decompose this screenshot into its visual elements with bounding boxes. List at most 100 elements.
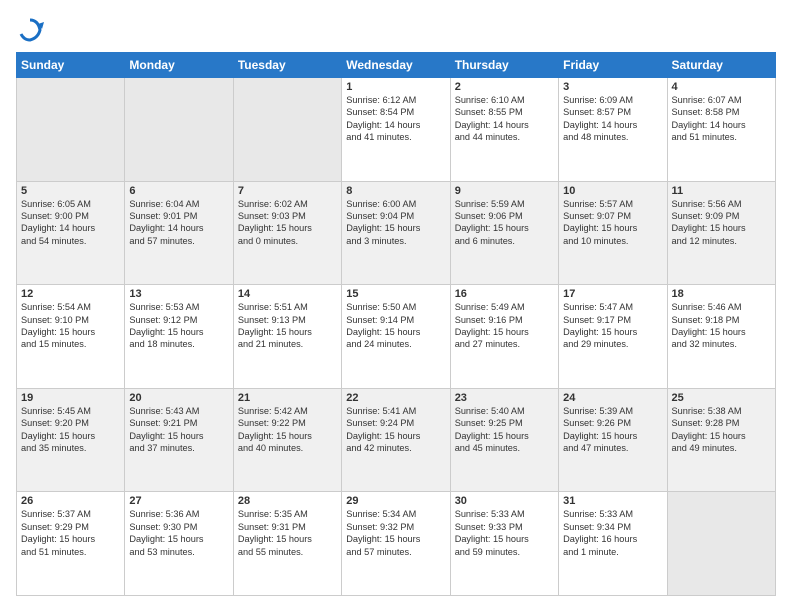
day-number: 17 [563, 288, 662, 300]
calendar-cell: 24Sunrise: 5:39 AMSunset: 9:26 PMDayligh… [559, 388, 667, 492]
calendar-cell: 12Sunrise: 5:54 AMSunset: 9:10 PMDayligh… [17, 285, 125, 389]
calendar-week-row: 26Sunrise: 5:37 AMSunset: 9:29 PMDayligh… [17, 492, 776, 596]
calendar-cell: 1Sunrise: 6:12 AMSunset: 8:54 PMDaylight… [342, 78, 450, 182]
calendar-week-row: 5Sunrise: 6:05 AMSunset: 9:00 PMDaylight… [17, 181, 776, 285]
day-info: Sunrise: 5:38 AMSunset: 9:28 PMDaylight:… [672, 405, 771, 455]
day-number: 30 [455, 495, 554, 507]
page: SundayMondayTuesdayWednesdayThursdayFrid… [0, 0, 792, 612]
calendar-cell [125, 78, 233, 182]
calendar-cell [233, 78, 341, 182]
day-number: 4 [672, 81, 771, 93]
day-info: Sunrise: 5:33 AMSunset: 9:33 PMDaylight:… [455, 508, 554, 558]
calendar-cell: 10Sunrise: 5:57 AMSunset: 9:07 PMDayligh… [559, 181, 667, 285]
calendar-week-row: 19Sunrise: 5:45 AMSunset: 9:20 PMDayligh… [17, 388, 776, 492]
day-number: 1 [346, 81, 445, 93]
calendar-cell [17, 78, 125, 182]
day-info: Sunrise: 5:37 AMSunset: 9:29 PMDaylight:… [21, 508, 120, 558]
calendar-cell: 22Sunrise: 5:41 AMSunset: 9:24 PMDayligh… [342, 388, 450, 492]
calendar-week-row: 12Sunrise: 5:54 AMSunset: 9:10 PMDayligh… [17, 285, 776, 389]
day-info: Sunrise: 5:59 AMSunset: 9:06 PMDaylight:… [455, 198, 554, 248]
day-number: 10 [563, 185, 662, 197]
day-info: Sunrise: 5:41 AMSunset: 9:24 PMDaylight:… [346, 405, 445, 455]
calendar-table: SundayMondayTuesdayWednesdayThursdayFrid… [16, 52, 776, 596]
day-info: Sunrise: 6:07 AMSunset: 8:58 PMDaylight:… [672, 94, 771, 144]
logo [16, 16, 48, 44]
weekday-header-sunday: Sunday [17, 53, 125, 78]
day-number: 12 [21, 288, 120, 300]
day-info: Sunrise: 5:40 AMSunset: 9:25 PMDaylight:… [455, 405, 554, 455]
day-info: Sunrise: 6:09 AMSunset: 8:57 PMDaylight:… [563, 94, 662, 144]
day-number: 28 [238, 495, 337, 507]
calendar-cell: 14Sunrise: 5:51 AMSunset: 9:13 PMDayligh… [233, 285, 341, 389]
calendar-header: SundayMondayTuesdayWednesdayThursdayFrid… [17, 53, 776, 78]
day-info: Sunrise: 5:34 AMSunset: 9:32 PMDaylight:… [346, 508, 445, 558]
calendar-cell: 13Sunrise: 5:53 AMSunset: 9:12 PMDayligh… [125, 285, 233, 389]
day-info: Sunrise: 6:00 AMSunset: 9:04 PMDaylight:… [346, 198, 445, 248]
day-info: Sunrise: 6:12 AMSunset: 8:54 PMDaylight:… [346, 94, 445, 144]
calendar-cell: 26Sunrise: 5:37 AMSunset: 9:29 PMDayligh… [17, 492, 125, 596]
day-info: Sunrise: 5:53 AMSunset: 9:12 PMDaylight:… [129, 301, 228, 351]
day-info: Sunrise: 6:05 AMSunset: 9:00 PMDaylight:… [21, 198, 120, 248]
day-number: 27 [129, 495, 228, 507]
calendar-cell: 25Sunrise: 5:38 AMSunset: 9:28 PMDayligh… [667, 388, 775, 492]
calendar-cell: 27Sunrise: 5:36 AMSunset: 9:30 PMDayligh… [125, 492, 233, 596]
calendar-cell: 19Sunrise: 5:45 AMSunset: 9:20 PMDayligh… [17, 388, 125, 492]
calendar-cell: 6Sunrise: 6:04 AMSunset: 9:01 PMDaylight… [125, 181, 233, 285]
calendar-cell: 7Sunrise: 6:02 AMSunset: 9:03 PMDaylight… [233, 181, 341, 285]
day-number: 5 [21, 185, 120, 197]
day-info: Sunrise: 5:50 AMSunset: 9:14 PMDaylight:… [346, 301, 445, 351]
calendar-cell: 5Sunrise: 6:05 AMSunset: 9:00 PMDaylight… [17, 181, 125, 285]
calendar-week-row: 1Sunrise: 6:12 AMSunset: 8:54 PMDaylight… [17, 78, 776, 182]
day-info: Sunrise: 5:36 AMSunset: 9:30 PMDaylight:… [129, 508, 228, 558]
day-number: 14 [238, 288, 337, 300]
calendar-cell: 16Sunrise: 5:49 AMSunset: 9:16 PMDayligh… [450, 285, 558, 389]
day-number: 26 [21, 495, 120, 507]
day-number: 22 [346, 392, 445, 404]
day-number: 13 [129, 288, 228, 300]
weekday-header-saturday: Saturday [667, 53, 775, 78]
day-info: Sunrise: 5:45 AMSunset: 9:20 PMDaylight:… [21, 405, 120, 455]
day-number: 24 [563, 392, 662, 404]
day-info: Sunrise: 5:54 AMSunset: 9:10 PMDaylight:… [21, 301, 120, 351]
calendar-cell: 29Sunrise: 5:34 AMSunset: 9:32 PMDayligh… [342, 492, 450, 596]
day-info: Sunrise: 5:47 AMSunset: 9:17 PMDaylight:… [563, 301, 662, 351]
weekday-header-monday: Monday [125, 53, 233, 78]
day-info: Sunrise: 6:10 AMSunset: 8:55 PMDaylight:… [455, 94, 554, 144]
day-number: 20 [129, 392, 228, 404]
calendar-cell: 23Sunrise: 5:40 AMSunset: 9:25 PMDayligh… [450, 388, 558, 492]
day-number: 8 [346, 185, 445, 197]
day-info: Sunrise: 6:04 AMSunset: 9:01 PMDaylight:… [129, 198, 228, 248]
calendar-cell: 3Sunrise: 6:09 AMSunset: 8:57 PMDaylight… [559, 78, 667, 182]
weekday-header-friday: Friday [559, 53, 667, 78]
day-info: Sunrise: 5:51 AMSunset: 9:13 PMDaylight:… [238, 301, 337, 351]
day-number: 31 [563, 495, 662, 507]
day-info: Sunrise: 5:43 AMSunset: 9:21 PMDaylight:… [129, 405, 228, 455]
day-number: 2 [455, 81, 554, 93]
calendar-cell: 18Sunrise: 5:46 AMSunset: 9:18 PMDayligh… [667, 285, 775, 389]
calendar-cell [667, 492, 775, 596]
day-number: 3 [563, 81, 662, 93]
day-number: 6 [129, 185, 228, 197]
day-info: Sunrise: 6:02 AMSunset: 9:03 PMDaylight:… [238, 198, 337, 248]
calendar-body: 1Sunrise: 6:12 AMSunset: 8:54 PMDaylight… [17, 78, 776, 596]
day-info: Sunrise: 5:35 AMSunset: 9:31 PMDaylight:… [238, 508, 337, 558]
day-number: 18 [672, 288, 771, 300]
day-number: 7 [238, 185, 337, 197]
calendar-cell: 30Sunrise: 5:33 AMSunset: 9:33 PMDayligh… [450, 492, 558, 596]
day-number: 19 [21, 392, 120, 404]
calendar-cell: 28Sunrise: 5:35 AMSunset: 9:31 PMDayligh… [233, 492, 341, 596]
header [16, 16, 776, 44]
day-number: 21 [238, 392, 337, 404]
day-number: 11 [672, 185, 771, 197]
day-number: 9 [455, 185, 554, 197]
calendar-cell: 9Sunrise: 5:59 AMSunset: 9:06 PMDaylight… [450, 181, 558, 285]
day-number: 15 [346, 288, 445, 300]
weekday-header-tuesday: Tuesday [233, 53, 341, 78]
calendar-cell: 4Sunrise: 6:07 AMSunset: 8:58 PMDaylight… [667, 78, 775, 182]
day-number: 16 [455, 288, 554, 300]
calendar-cell: 11Sunrise: 5:56 AMSunset: 9:09 PMDayligh… [667, 181, 775, 285]
day-number: 29 [346, 495, 445, 507]
calendar-cell: 21Sunrise: 5:42 AMSunset: 9:22 PMDayligh… [233, 388, 341, 492]
day-info: Sunrise: 5:57 AMSunset: 9:07 PMDaylight:… [563, 198, 662, 248]
calendar-cell: 8Sunrise: 6:00 AMSunset: 9:04 PMDaylight… [342, 181, 450, 285]
